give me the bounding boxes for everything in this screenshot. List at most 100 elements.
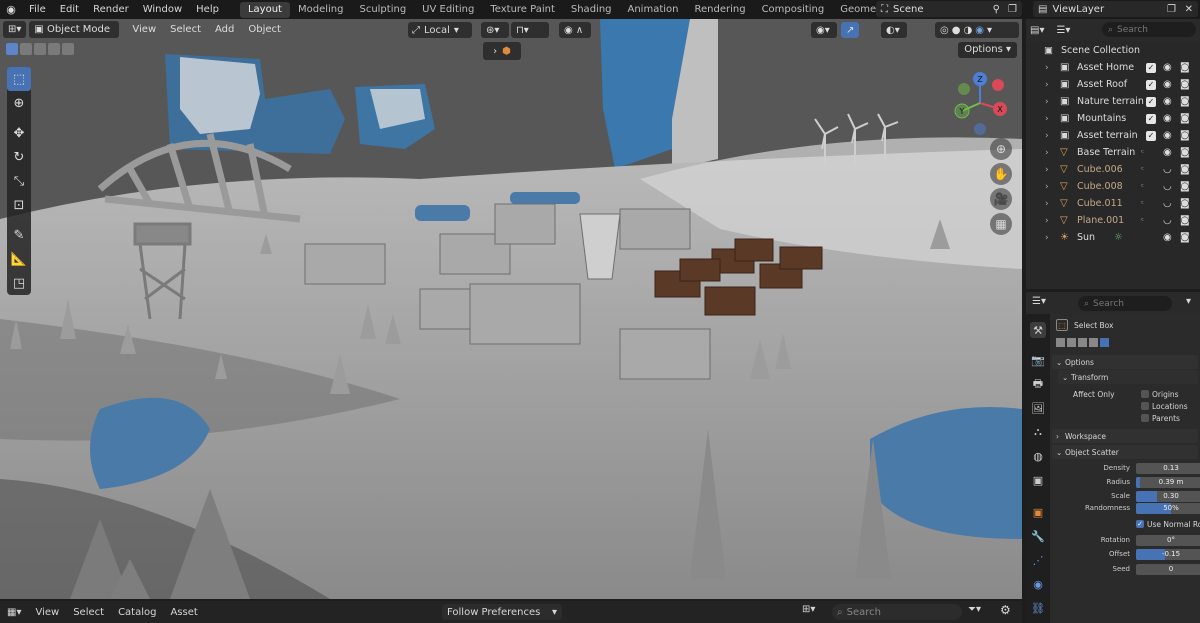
proportional-edit-icon[interactable]: ◉ ∧	[559, 22, 591, 38]
asset-search-input[interactable]: ⌕ Search	[832, 604, 962, 620]
outliner-row-sun[interactable]: › ☀ Sun ☼ ◉ ◙	[1026, 229, 1200, 246]
view-layer-tab-icon[interactable]: 🖼	[1030, 400, 1046, 416]
eye-closed-icon[interactable]: ◡	[1163, 181, 1172, 192]
camera-render-icon[interactable]: ◙	[1180, 96, 1190, 107]
mode-selector[interactable]: ▣ Object Mode ▾	[29, 21, 120, 52]
outliner-search-input[interactable]: ⌕ Search	[1102, 22, 1196, 37]
3d-viewport[interactable]: ⊞▾ ▣ Object Mode ▾ View Select Add Objec…	[0, 19, 1022, 599]
visibility-icon[interactable]: ◉▾	[811, 22, 837, 38]
eye-icon[interactable]: ◉	[1163, 232, 1172, 243]
outliner-row-asset-terrain[interactable]: › ▣ Asset terrain ✓ ◉ ◙	[1026, 127, 1200, 144]
tab-layout[interactable]: Layout	[239, 1, 290, 18]
tab-rendering[interactable]: Rendering	[686, 2, 753, 18]
camera-render-icon[interactable]: ◙	[1180, 215, 1190, 226]
rotate-tool-icon[interactable]: ↻	[7, 145, 31, 169]
exclude-checkbox[interactable]: ✓	[1146, 62, 1156, 73]
eye-closed-icon[interactable]: ◡	[1163, 198, 1172, 209]
object-scatter-panel-header[interactable]: ⌄ Object Scatter	[1052, 445, 1198, 459]
zoom-icon[interactable]: ⊕	[990, 138, 1012, 160]
select-new-icon[interactable]	[6, 43, 18, 55]
constraints-tab-icon[interactable]: ⛓	[1030, 600, 1046, 616]
eye-icon[interactable]: ◉	[1163, 113, 1172, 124]
camera-render-icon[interactable]: ◙	[1180, 79, 1190, 90]
outliner-row-nature-terrain[interactable]: › ▣ Nature terrain ✓ ◉ ◙	[1026, 93, 1200, 110]
render-tab-icon[interactable]: 📷	[1030, 352, 1046, 368]
select-invert-icon[interactable]	[48, 43, 60, 55]
select-extend-icon[interactable]	[20, 43, 32, 55]
new-scene-icon[interactable]: ❐	[1008, 4, 1017, 15]
particles-tab-icon[interactable]: ⋰	[1030, 552, 1046, 568]
footer-menu-catalog[interactable]: Catalog	[111, 607, 163, 618]
properties-search-input[interactable]: ⌕ Search	[1078, 296, 1172, 311]
camera-render-icon[interactable]: ◙	[1180, 130, 1190, 141]
measure-tool-icon[interactable]: 📐	[7, 247, 31, 271]
options-dropdown[interactable]: Options ▾	[958, 42, 1017, 58]
eye-closed-icon[interactable]: ◡	[1163, 164, 1172, 175]
expand-arrow-icon[interactable]: ›	[1045, 199, 1049, 209]
exclude-checkbox[interactable]: ✓	[1146, 79, 1156, 90]
select-intersect-icon[interactable]	[1100, 338, 1109, 347]
use-normal-rotation-checkbox[interactable]: ✓	[1136, 520, 1144, 528]
viewport-menu-view[interactable]: View	[125, 24, 163, 35]
world-tab-icon[interactable]: ◍	[1030, 448, 1046, 464]
scene-collection-row[interactable]: ▣ Scene Collection	[1026, 42, 1200, 59]
outliner-editor-type-icon[interactable]: ▤▾	[1030, 25, 1044, 36]
snap-icon[interactable]: ⊓▾	[511, 22, 549, 38]
cursor-tool-icon[interactable]: ⊕	[7, 91, 31, 115]
add-cube-tool-icon[interactable]: ◳	[7, 271, 31, 295]
tab-compositing[interactable]: Compositing	[754, 2, 833, 18]
expand-arrow-icon[interactable]: ›	[1045, 131, 1049, 141]
camera-render-icon[interactable]: ◙	[1180, 113, 1190, 124]
rotation-field[interactable]: 0°	[1136, 535, 1200, 546]
select-subtract-icon[interactable]	[1078, 338, 1087, 347]
camera-render-icon[interactable]: ◙	[1180, 62, 1190, 73]
footer-menu-select[interactable]: Select	[66, 607, 111, 618]
expand-arrow-icon[interactable]: ›	[1045, 182, 1049, 192]
expand-arrow-icon[interactable]: ›	[1045, 114, 1049, 124]
origins-checkbox[interactable]	[1141, 390, 1149, 398]
properties-editor-type-icon[interactable]: ☰▾	[1032, 296, 1046, 307]
eye-icon[interactable]: ◉	[1163, 79, 1172, 90]
tab-sculpting[interactable]: Sculpting	[351, 2, 414, 18]
modifiers-tab-icon[interactable]: 🔧	[1030, 528, 1046, 544]
scale-tool-icon[interactable]: ⤡	[7, 169, 31, 193]
navigation-gizmo[interactable]: Z X Y	[950, 71, 1010, 135]
select-box-tool-icon[interactable]: ⬚	[7, 67, 31, 91]
density-field[interactable]: 0.13	[1136, 463, 1200, 474]
gizmo-toggle-icon[interactable]: ↗	[841, 22, 859, 38]
transform-subpanel-header[interactable]: ⌄ Transform	[1058, 370, 1198, 384]
eye-icon[interactable]: ◉	[1163, 147, 1172, 158]
expand-arrow-icon[interactable]: ›	[1045, 216, 1049, 226]
camera-render-icon[interactable]: ◙	[1180, 232, 1190, 243]
outliner-row-plane-001[interactable]: › ▽ Plane.001 ᶜ ◡ ◙	[1026, 212, 1200, 229]
menu-render[interactable]: Render	[86, 4, 136, 15]
camera-render-icon[interactable]: ◙	[1180, 198, 1190, 209]
blender-logo-icon[interactable]: ◉	[0, 3, 22, 16]
camera-render-icon[interactable]: ◙	[1180, 181, 1190, 192]
exclude-checkbox[interactable]: ✓	[1146, 113, 1156, 124]
outliner-row-asset-roof[interactable]: › ▣ Asset Roof ✓ ◉ ◙	[1026, 76, 1200, 93]
annotate-tool-icon[interactable]: ✎	[7, 223, 31, 247]
menu-window[interactable]: Window	[136, 4, 189, 15]
chevron-down-icon[interactable]: ▾	[1186, 296, 1191, 307]
parents-checkbox[interactable]	[1141, 414, 1149, 422]
eye-icon[interactable]: ◉	[1163, 62, 1172, 73]
physics-tab-icon[interactable]: ◉	[1030, 576, 1046, 592]
outliner-row-base-terrain[interactable]: › ▽ Base Terrain ᶜ ◉ ◙	[1026, 144, 1200, 161]
seed-field[interactable]: 0	[1136, 564, 1200, 575]
scale-field[interactable]: 0.30	[1136, 491, 1200, 502]
camera-render-icon[interactable]: ◙	[1180, 164, 1190, 175]
transform-orientation-selector[interactable]: ⤢ Local ▾	[408, 22, 472, 38]
tool-tab-icon[interactable]: ⚒	[1030, 322, 1046, 338]
outliner-row-asset-home[interactable]: › ▣ Asset Home ✓ ◉ ◙	[1026, 59, 1200, 76]
display-filter-icon[interactable]: ☰▾	[1056, 25, 1070, 36]
display-mode-icon[interactable]: ⊞▾	[802, 604, 815, 615]
select-subtract-icon[interactable]	[34, 43, 46, 55]
outliner-row-cube-006[interactable]: › ▽ Cube.006 ᶜ ◡ ◙	[1026, 161, 1200, 178]
eye-icon[interactable]: ◉	[1163, 130, 1172, 141]
perspective-grid-icon[interactable]: ▦	[990, 213, 1012, 235]
outliner-row-cube-011[interactable]: › ▽ Cube.011 ᶜ ◡ ◙	[1026, 195, 1200, 212]
expand-arrow-icon[interactable]: ›	[1045, 148, 1049, 158]
pan-hand-icon[interactable]: ✋	[990, 163, 1012, 185]
locations-checkbox[interactable]	[1141, 402, 1149, 410]
